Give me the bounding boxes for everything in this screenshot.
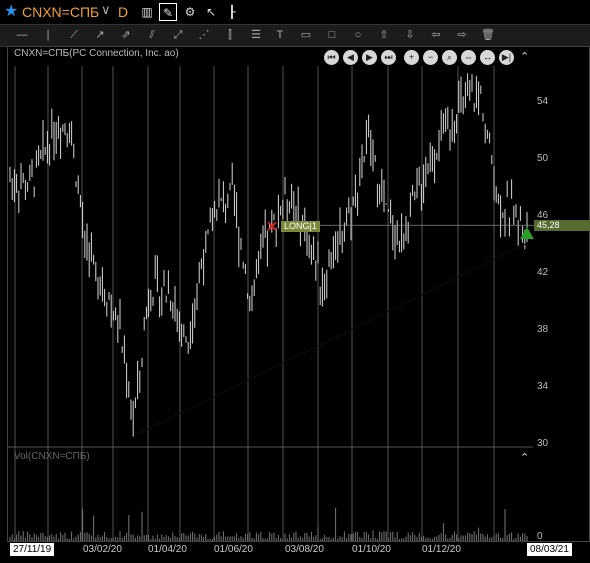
y-tick: 42: [537, 267, 549, 278]
volume-y-tick: 0: [537, 531, 543, 542]
y-tick: 50: [537, 153, 549, 164]
x-tick: 01/06/20: [214, 544, 253, 555]
x-tick: 03/08/20: [285, 544, 324, 555]
volume-label: Vol(CNXN=СПБ): [14, 451, 90, 462]
price-chart[interactable]: [0, 0, 590, 563]
y-tick: 38: [537, 324, 549, 335]
last-price-tag: 45,28: [534, 220, 590, 231]
y-tick: 54: [537, 96, 549, 107]
x-tick: 01/12/20: [422, 544, 461, 555]
y-tick: 30: [537, 438, 549, 449]
long-position-tag[interactable]: LONG|1: [281, 221, 320, 232]
x-end-label: 08/03/21: [527, 543, 572, 556]
y-tick: 34: [537, 381, 549, 392]
x-tick: 03/02/20: [83, 544, 122, 555]
x-start-label: 27/11/19: [10, 543, 55, 556]
x-tick: 01/04/20: [148, 544, 187, 555]
x-tick: 01/10/20: [352, 544, 391, 555]
